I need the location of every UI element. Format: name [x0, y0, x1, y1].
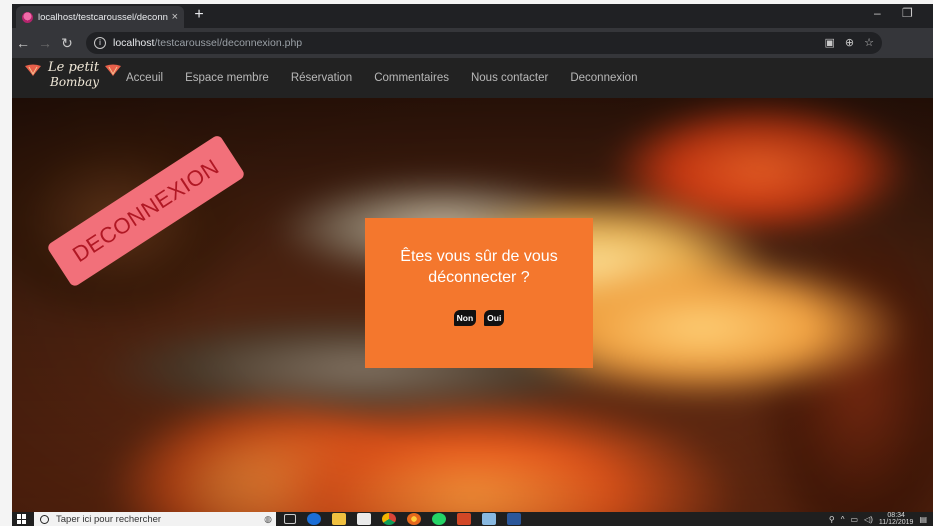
reload-icon[interactable]: ↻ [56, 35, 78, 52]
maximize-button[interactable]: ❐ [902, 6, 913, 20]
zoom-icon[interactable]: ⊕ [845, 36, 854, 49]
clock-date: 11/12/2019 [878, 519, 914, 526]
powerpoint-icon[interactable] [457, 513, 471, 525]
volume-icon[interactable]: ◁) [864, 515, 873, 524]
no-button[interactable]: Non [453, 310, 477, 326]
nav-link-commentaires[interactable]: Commentaires [374, 72, 449, 84]
clock[interactable]: 08:34 11/12/2019 [879, 512, 914, 526]
nav-link-nous-contacter[interactable]: Nous contacter [471, 72, 548, 84]
user-icon[interactable]: ⚲ [829, 515, 835, 524]
site-favicon-icon [22, 11, 33, 23]
site-info-icon[interactable]: i [94, 37, 106, 49]
microphone-icon[interactable]: ◍ [264, 514, 272, 525]
main-nav: Acceuil Espace membre Réservation Commen… [126, 72, 659, 84]
nav-link-deconnexion[interactable]: Deconnexion [570, 72, 637, 84]
system-tray: ⚲ ^ ▭ ◁) 08:34 11/12/2019 ▤ [829, 512, 927, 526]
browser-tab[interactable]: localhost/testcaroussel/deconnex × [16, 6, 184, 28]
dialog-buttons: Non Oui [453, 310, 505, 326]
windows-start-icon[interactable] [17, 514, 27, 524]
browser-toolbar: ← → ↻ i localhost /testcaroussel/deconne… [12, 28, 933, 75]
tab-close-icon[interactable]: × [172, 11, 178, 23]
logout-confirm-dialog: Êtes vous sûr de vous déconnecter ? Non … [365, 218, 593, 368]
site-navbar: Le petit Bombay Acceuil Espace membre Ré… [12, 58, 933, 98]
edge-icon[interactable] [307, 513, 321, 525]
new-tab-button[interactable]: + [190, 7, 208, 25]
screen: localhost/testcaroussel/deconnex × + – ❐… [12, 4, 933, 526]
word-icon[interactable] [507, 513, 521, 525]
nav-link-espace-membre[interactable]: Espace membre [185, 72, 269, 84]
hero-section: DECONNEXION Êtes vous sûr de vous déconn… [12, 98, 933, 512]
paint-icon[interactable] [482, 513, 496, 525]
taskbar-search-placeholder: Taper ici pour rechercher [56, 513, 162, 525]
nav-link-reservation[interactable]: Réservation [291, 72, 352, 84]
browser-tabstrip: localhost/testcaroussel/deconnex × + – ❐ [12, 4, 933, 28]
url-path: /testcaroussel/deconnexion.php [154, 37, 303, 49]
tray-chevron-icon[interactable]: ^ [841, 515, 845, 524]
taskbar-search[interactable]: Taper ici pour rechercher ◍ [34, 512, 276, 526]
site-logo[interactable]: Le petit Bombay [24, 58, 124, 98]
address-bar[interactable]: i localhost /testcaroussel/deconnexion.p… [86, 32, 882, 54]
store-icon[interactable] [357, 513, 371, 525]
lantern-icon [105, 64, 121, 76]
omnibox-actions: ▣ ⊕ ☆ [825, 36, 875, 49]
taskbar-apps [284, 513, 521, 525]
lantern-icon [25, 64, 41, 76]
bookmark-star-icon[interactable]: ☆ [864, 36, 874, 49]
logo-text-line1: Le petit [48, 60, 100, 75]
back-icon[interactable]: ← [12, 35, 34, 51]
url-host: localhost [113, 37, 155, 49]
chrome-icon[interactable] [382, 513, 396, 525]
forward-icon[interactable]: → [34, 35, 56, 51]
windows-taskbar: Taper ici pour rechercher ◍ ⚲ ^ ▭ ◁) 08:… [12, 512, 933, 526]
task-view-icon[interactable] [284, 514, 296, 524]
clock-time: 08:34 [887, 512, 905, 519]
cortana-icon [40, 514, 49, 524]
network-icon[interactable]: ▭ [851, 515, 859, 524]
logo-text-line2: Bombay [50, 75, 100, 89]
notifications-icon[interactable]: ▤ [919, 515, 927, 524]
confirm-question: Êtes vous sûr de vous déconnecter ? [400, 248, 558, 286]
minimize-button[interactable]: – [874, 6, 881, 20]
nav-link-acceuil[interactable]: Acceuil [126, 72, 163, 84]
tab-title: localhost/testcaroussel/deconnex [38, 11, 168, 23]
firefox-icon[interactable] [407, 513, 421, 525]
yes-button[interactable]: Oui [484, 310, 505, 326]
translate-icon[interactable]: ▣ [825, 36, 835, 49]
file-explorer-icon[interactable] [332, 513, 346, 525]
whatsapp-icon[interactable] [432, 513, 446, 525]
